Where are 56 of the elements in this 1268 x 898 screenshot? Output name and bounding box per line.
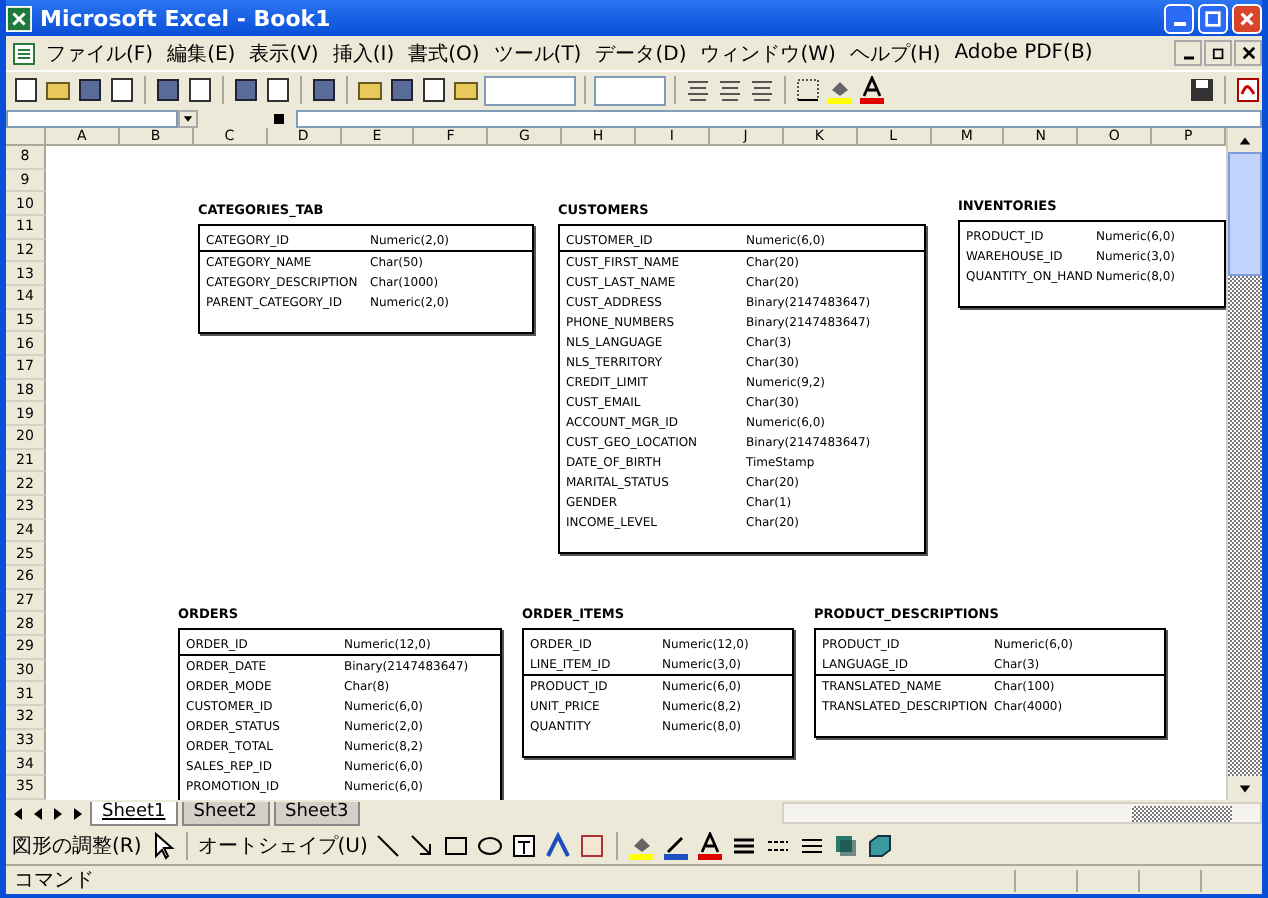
close-button[interactable]: [1234, 40, 1262, 66]
align-icon[interactable]: [684, 76, 712, 104]
formula-field[interactable]: [296, 109, 1262, 127]
menu-item[interactable]: Adobe PDF(B): [950, 42, 1097, 64]
arrow-icon[interactable]: [407, 831, 436, 859]
maximize-icon: [1204, 9, 1222, 27]
menu-item[interactable]: ヘルプ(H): [845, 39, 945, 67]
menu-item[interactable]: データ(D): [591, 39, 691, 67]
maximize-button[interactable]: [1198, 3, 1228, 33]
minimize-button[interactable]: [1174, 40, 1202, 66]
rectangle-icon[interactable]: [441, 831, 470, 859]
down-arrow-icon[interactable]: [1238, 781, 1252, 795]
font-name-field[interactable]: [484, 75, 576, 105]
menu-item[interactable]: 書式(O): [404, 39, 484, 67]
menu-item[interactable]: ファイル(F): [42, 39, 158, 67]
menu-item[interactable]: 編集(E): [163, 39, 240, 67]
status-text: コマンド: [12, 868, 94, 894]
window-title: Microsoft Excel - Book1: [40, 5, 331, 31]
sheet-tab[interactable]: Sheet1: [90, 801, 178, 825]
vertical-scrollbar[interactable]: [1226, 128, 1262, 800]
restore-button[interactable]: [1204, 40, 1232, 66]
scroll-thumb[interactable]: [1132, 806, 1232, 822]
line-color-icon[interactable]: [661, 831, 690, 859]
font-size-field[interactable]: [594, 75, 666, 105]
menu-item[interactable]: ツール(T): [489, 39, 586, 67]
font-color-icon[interactable]: [695, 831, 724, 859]
menu-item[interactable]: ウィンドウ(W): [696, 39, 840, 67]
menu-item[interactable]: 挿入(I): [328, 39, 399, 67]
sheet-tab[interactable]: Sheet2: [181, 801, 269, 825]
up-arrow-icon[interactable]: [1238, 133, 1252, 147]
minimize-icon: [1173, 22, 1185, 26]
restore-icon: [1211, 46, 1225, 60]
shadow-icon[interactable]: [831, 831, 860, 859]
horizontal-scrollbar[interactable]: [782, 802, 1262, 824]
sheet-tab[interactable]: Sheet3: [273, 801, 361, 825]
draw-menu[interactable]: 図形の調整(R): [12, 831, 142, 859]
square-icon: [274, 113, 284, 123]
spreadsheet-icon: [6, 5, 32, 31]
fill-color-icon[interactable]: [826, 76, 854, 104]
minimize-icon: [1183, 56, 1193, 60]
pdf-icon[interactable]: [1234, 76, 1262, 104]
menu-item[interactable]: 表示(V): [245, 39, 323, 67]
autoshape-menu[interactable]: オートシェイプ(U): [197, 831, 368, 859]
text-box-icon[interactable]: [509, 831, 538, 859]
align-icon[interactable]: [716, 76, 744, 104]
workbook-icon: [12, 41, 36, 65]
font-color-icon[interactable]: [858, 76, 886, 104]
scroll-thumb[interactable]: [1228, 152, 1262, 276]
line-icon[interactable]: [373, 831, 402, 859]
oval-icon[interactable]: [475, 831, 504, 859]
cube-icon[interactable]: [865, 831, 894, 859]
close-icon: [1241, 46, 1255, 60]
close-icon: [1238, 9, 1256, 27]
align-icon[interactable]: [748, 76, 776, 104]
borders-icon[interactable]: [794, 76, 822, 104]
dropdown-arrow-icon[interactable]: [178, 109, 198, 127]
